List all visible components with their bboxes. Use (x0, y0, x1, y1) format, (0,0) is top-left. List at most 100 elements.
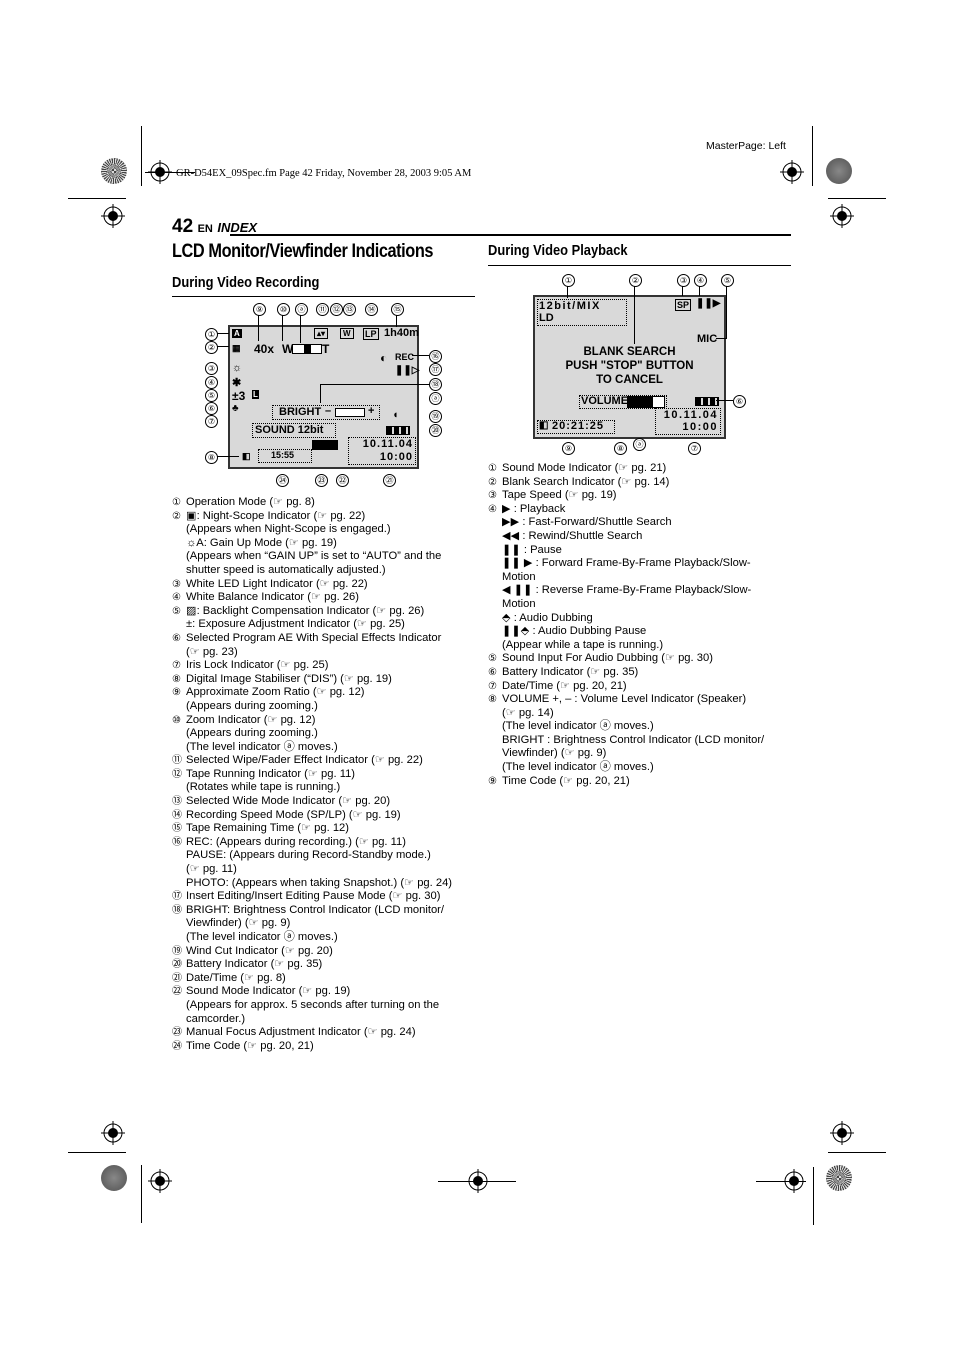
legend-item: ⑨ Approximate Zoom Ratio (☞ pg. 12) (172, 686, 472, 700)
legend-number: ⑳ (172, 959, 182, 971)
blank-search-message: BLANK SEARCH PUSH "STOP" BUTTON TO CANCE… (535, 345, 724, 387)
callout: ⑫ (330, 303, 343, 316)
legend-item: ⑲ Wind Cut Indicator (☞ pg. 20) (172, 945, 472, 959)
legend-number: ⑨ (488, 775, 497, 787)
crop-line (68, 198, 126, 199)
legend-text: Digital Image Stabiliser (“DIS”) (☞ pg. … (186, 672, 392, 685)
legend-item: ③ White LED Light Indicator (☞ pg. 22) (172, 578, 472, 592)
legend-text: (Appear while a tape is running.) (502, 638, 664, 651)
crop-line (812, 126, 813, 186)
callout: ⑲ (429, 410, 442, 423)
legend-number: ⑰ (172, 891, 182, 903)
legend-item-detail: (The level indicator ⓐ moves.) (488, 761, 788, 775)
recording-rule (172, 296, 475, 297)
legend-item-detail: Motion (488, 598, 788, 612)
date-time-box: 10.11.04 10:00 (655, 408, 721, 435)
message-line: BLANK SEARCH (583, 346, 676, 358)
crop-line (141, 1165, 142, 1223)
legend-text: ❚❚ : Pause (502, 543, 562, 556)
legend-number: ⑪ (172, 755, 182, 767)
page-number: 42 (172, 216, 194, 237)
callout: ⑧ (205, 451, 218, 464)
leader-line (396, 315, 397, 327)
bright-bar (335, 408, 365, 417)
leader-line (716, 338, 727, 339)
leader-line (634, 286, 635, 344)
mic-indicator: MIC (697, 333, 718, 345)
sound-mode: SOUND 12bit (255, 424, 324, 436)
leader-line (282, 315, 283, 341)
legend-item: ⑳ Battery Indicator (☞ pg. 35) (172, 958, 472, 972)
recording-legend: ① Operation Mode (☞ pg. 8) ② ▣: Night-Scope… (172, 496, 472, 1053)
volume-box: VOLUME (579, 395, 667, 409)
legend-item: ⑤ ▨: Backlight Compensation Indicator (☞ … (172, 605, 472, 619)
message-line: TO CANCEL (596, 374, 663, 386)
legend-text: Time Code (☞ pg. 20, 21) (186, 1039, 314, 1052)
play-state-icon: ❚❚▶ (696, 298, 721, 309)
wide-mode-icon: W (340, 328, 354, 339)
callout: ① (562, 274, 575, 287)
registration-mark-icon (784, 1169, 804, 1193)
date: 10.11.04 (663, 409, 718, 421)
callout: ⑩ (277, 303, 290, 316)
legend-text: BRIGHT: Brightness Control Indicator (LC… (186, 903, 445, 916)
legend-item: ① Operation Mode (☞ pg. 8) (172, 496, 472, 510)
date-time-box: 10.11.04 10:00 (348, 437, 416, 465)
zoom-level-indicator (304, 345, 311, 353)
callout: ㉒ (336, 474, 349, 487)
white-balance-icon: ✱ (232, 377, 242, 389)
legend-number: ② (172, 510, 181, 522)
registration-mark-icon (780, 160, 804, 184)
leader-line (682, 286, 683, 296)
exposure-value: ±3 (232, 389, 246, 403)
legend-text: Zoom Indicator (☞ pg. 12) (186, 713, 316, 726)
program-ae-icon: ♣ (232, 403, 239, 414)
legend-text: Motion (502, 597, 536, 610)
callout: ㉓ (315, 474, 328, 487)
legend-item: ⑮ Tape Remaining Time (☞ pg. 12) (172, 822, 472, 836)
color-bar-icon (826, 158, 852, 184)
legend-item-detail: (Appears when “GAIN UP” is set to “AUTO”… (172, 550, 472, 564)
volume-label: VOLUME (581, 395, 629, 407)
legend-number: ⑦ (488, 680, 497, 692)
wind-cut-icon: ◖ (392, 409, 399, 421)
bright-box: BRIGHT – + (272, 405, 380, 420)
wipe-fader-icon: ▴▾ (314, 328, 329, 339)
legend-item: ⑧ Digital Image Stabiliser (“DIS”) (☞ pg.… (172, 673, 472, 687)
legend-number: ⑤ (172, 605, 181, 617)
leader-line (217, 333, 229, 334)
callout: ② (205, 341, 218, 354)
legend-item: ㉒ Sound Mode Indicator (☞ pg. 19) (172, 985, 472, 999)
callout: ① (205, 328, 218, 341)
legend-item: ⑤ Sound Input For Audio Dubbing (☞ pg. 30… (488, 652, 788, 666)
language-code: EN (197, 223, 213, 235)
legend-item: ⑫ Tape Running Indicator (☞ pg. 11) (172, 768, 472, 782)
legend-item: ㉓ Manual Focus Adjustment Indicator (☞ pg… (172, 1026, 472, 1040)
legend-text: Approximate Zoom Ratio (☞ pg. 12) (186, 686, 365, 699)
leader-line (258, 315, 259, 341)
legend-item-detail: Viewfinder) (☞ pg. 9) (172, 917, 472, 931)
legend-text: Recording Speed Mode (SP/LP) (☞ pg. 19) (186, 808, 401, 821)
legend-text: (The level indicator ⓐ moves.) (502, 761, 654, 774)
master-page-label: MasterPage: Left (706, 140, 786, 152)
legend-item-detail: ⬘ : Audio Dubbing (488, 612, 788, 626)
legend-text: ⬘ : Audio Dubbing (502, 611, 593, 624)
legend-text: (Appears when Night-Scope is engaged.) (186, 523, 391, 536)
legend-number: ㉑ (172, 972, 182, 984)
legend-text: (☞ pg. 23) (186, 645, 238, 658)
time: 10:00 (379, 451, 413, 463)
recording-speed: LP (363, 328, 379, 340)
legend-item-detail: (Appears when Night-Scope is engaged.) (172, 523, 472, 537)
legend-number: ㉔ (172, 1040, 182, 1052)
tape-running-icon: ◐ (380, 351, 388, 365)
callout: ⑰ (429, 363, 442, 376)
legend-item-detail: (Appears during zooming.) (172, 700, 472, 714)
rec-indicator: REC (395, 352, 415, 362)
callout: ④ (694, 274, 707, 287)
led-light-icon: ☼ (232, 362, 243, 374)
tape-speed: SP (675, 299, 692, 311)
legend-item: ④ ▶ : Playback (488, 503, 788, 517)
recording-screen: A ▦ 40x W T ▴▾ W LP 1h40m ◐ REC ❚❚▷ ☼ ✱ … (228, 325, 419, 469)
leader-line (217, 456, 239, 457)
callout: ⓐ (429, 392, 442, 405)
